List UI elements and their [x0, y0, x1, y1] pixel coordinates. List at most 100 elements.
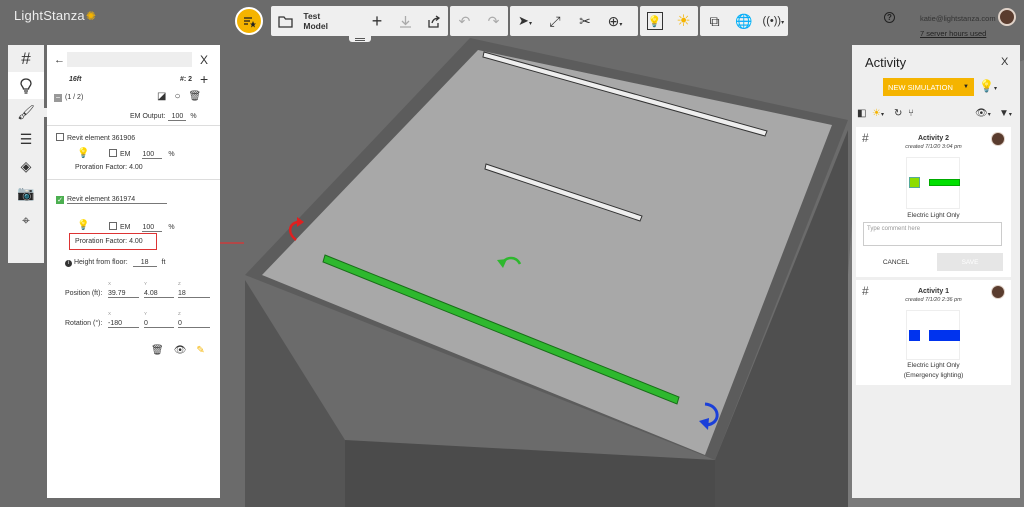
layers-lines-tool-button[interactable]: ☰	[8, 126, 44, 153]
em-output-row: EM Output: 100%	[130, 113, 197, 121]
em-row: EM 100 %	[109, 149, 175, 159]
avatar[interactable]	[998, 8, 1016, 26]
position-x-input[interactable]: 39.79	[108, 290, 139, 298]
activity-label: Electric Light Only	[907, 362, 960, 369]
3d-view-button[interactable]: ⧉	[700, 6, 729, 36]
undo-button[interactable]: ↶	[450, 6, 479, 36]
pencil-icon[interactable]: ✎	[196, 345, 204, 356]
element-row-361906[interactable]: Revit element 361906	[56, 133, 135, 142]
activity-card[interactable]: # Activity 2 created 7/1/20 3:04 pm Elec…	[856, 127, 1011, 277]
lightbulb-icon[interactable]: 💡	[77, 148, 89, 159]
position-z-input[interactable]: 18	[178, 290, 210, 298]
position-y-input[interactable]: 4.08	[144, 290, 174, 298]
avatar	[991, 132, 1005, 146]
model-name[interactable]: Test Model	[303, 11, 344, 31]
globe-button[interactable]: 🌐	[729, 6, 758, 36]
antenna-icon: ((•))▾	[762, 15, 785, 27]
activity-label: Electric Light Only	[907, 212, 960, 219]
em-input[interactable]: 100	[142, 224, 163, 232]
rotation-y-input[interactable]: 0	[144, 320, 174, 328]
add-fixture-icon[interactable]: +	[200, 71, 208, 87]
lighting-tool-button[interactable]	[8, 72, 44, 99]
download-button[interactable]	[391, 6, 419, 36]
favorites-button[interactable]	[235, 7, 263, 35]
em-output-input[interactable]: 100	[168, 113, 187, 121]
grid-tool-button[interactable]: #	[8, 45, 44, 72]
close-icon[interactable]: X	[200, 53, 208, 67]
contrast-icon[interactable]: ◪	[157, 91, 166, 102]
expand-button[interactable]: ⤢	[540, 6, 570, 36]
divider	[47, 125, 220, 126]
download-icon	[399, 15, 411, 28]
element-lighting-row: 💡	[77, 148, 89, 159]
back-arrow-icon[interactable]: ←	[54, 54, 65, 66]
activity-created: created 7/1/20 3:04 pm	[905, 144, 962, 150]
activity-created: created 7/1/20 2:36 pm	[905, 297, 962, 303]
select-tool-button[interactable]: ➤▾	[510, 6, 540, 36]
simulation-thumbnail[interactable]	[906, 310, 960, 360]
info-icon[interactable]: i	[65, 260, 72, 267]
server-hours-link[interactable]: 7 server hours used	[920, 29, 986, 38]
chevron-down-icon: ▼	[963, 84, 969, 90]
eye-icon[interactable]: 👁	[174, 345, 187, 356]
paint-icon: 🖌	[17, 104, 35, 120]
activity-panel: Activity X NEW SIMULATION ▼ 💡▾ ◧ ☀▾ ↻ ⑂ 👁…	[852, 45, 1020, 498]
close-icon[interactable]: X	[1001, 56, 1008, 68]
snap-button[interactable]: ⊕▾	[600, 6, 630, 36]
app-logo[interactable]: LightStanza✺	[14, 8, 96, 23]
sun-icon[interactable]: ☀▾	[872, 108, 884, 119]
rotation-x-input[interactable]: -180	[108, 320, 139, 328]
redo-button[interactable]: ↷	[479, 6, 508, 36]
cut-button[interactable]: ✂	[570, 6, 600, 36]
location-tool-button[interactable]: ⌖	[8, 207, 44, 234]
activity-card[interactable]: # Activity 1 created 7/1/20 2:36 pm Elec…	[856, 280, 1011, 385]
lightbulb-icon[interactable]: ○	[174, 91, 180, 102]
logo-sun-icon: ✺	[85, 9, 97, 23]
simulation-thumbnail[interactable]	[906, 157, 960, 209]
lights-button[interactable]: 💡	[640, 6, 669, 36]
trash-icon[interactable]: 🗑	[151, 345, 164, 356]
daylight-button[interactable]: ☀	[669, 6, 698, 36]
help-icon[interactable]: ?	[884, 12, 895, 23]
camera-tool-button[interactable]: 📷	[8, 180, 44, 207]
split-view-icon[interactable]: ◧	[857, 108, 866, 119]
eye-icon[interactable]: 👁▾	[975, 108, 991, 119]
add-button[interactable]: +	[363, 6, 391, 36]
element-checkbox[interactable]	[56, 133, 64, 141]
toolbar-view-group: ⧉ 🌐 ((•))▾	[700, 6, 788, 36]
toolbar-light-group: 💡 ☀	[640, 6, 698, 36]
new-simulation-button[interactable]: NEW SIMULATION ▼	[883, 78, 974, 96]
trash-icon[interactable]: 🗑	[189, 91, 202, 102]
rotation-z-input[interactable]: 0	[178, 320, 210, 328]
save-button[interactable]: SAVE	[937, 253, 1003, 271]
divider	[47, 179, 220, 180]
share-button[interactable]	[420, 6, 448, 36]
fixture-actions: ◪ ○ 🗑	[157, 91, 201, 102]
materials-tool-button[interactable]: 🖌	[8, 99, 49, 126]
fixture-name-input[interactable]	[67, 52, 192, 67]
avatar	[991, 285, 1005, 299]
comment-input[interactable]: Type comment here	[863, 222, 1002, 246]
open-model-button[interactable]	[271, 6, 299, 36]
layers-tool-button[interactable]: ◈	[8, 153, 44, 180]
cancel-button[interactable]: CANCEL	[863, 253, 929, 271]
lightbulb-icon[interactable]: 💡	[77, 220, 89, 231]
refresh-icon[interactable]: ↻	[894, 108, 902, 119]
height-input[interactable]: 18	[132, 259, 157, 267]
toolbar-file-group: Test Model +	[271, 6, 448, 36]
collapse-icon[interactable]: −	[54, 94, 62, 102]
em-input[interactable]: 100	[142, 151, 163, 159]
toolbar-collapse-handle[interactable]	[349, 35, 371, 42]
lightbulb-dropdown[interactable]: 💡▾	[979, 79, 997, 93]
camera-icon: 📷	[17, 185, 35, 201]
filter-icon[interactable]: ▼▾	[999, 108, 1012, 119]
thumb-bar	[929, 330, 960, 341]
em-checkbox[interactable]	[109, 222, 117, 230]
height-row: i Height from floor: 18 ft	[65, 259, 165, 267]
element-row-361974[interactable]: ✓ Revit element 361974	[56, 196, 167, 204]
branch-icon[interactable]: ⑂	[908, 108, 914, 119]
em-checkbox[interactable]	[109, 149, 117, 157]
thumb-square	[909, 177, 920, 188]
sensor-button[interactable]: ((•))▾	[759, 6, 788, 36]
element-checkbox-checked[interactable]: ✓	[56, 196, 64, 204]
